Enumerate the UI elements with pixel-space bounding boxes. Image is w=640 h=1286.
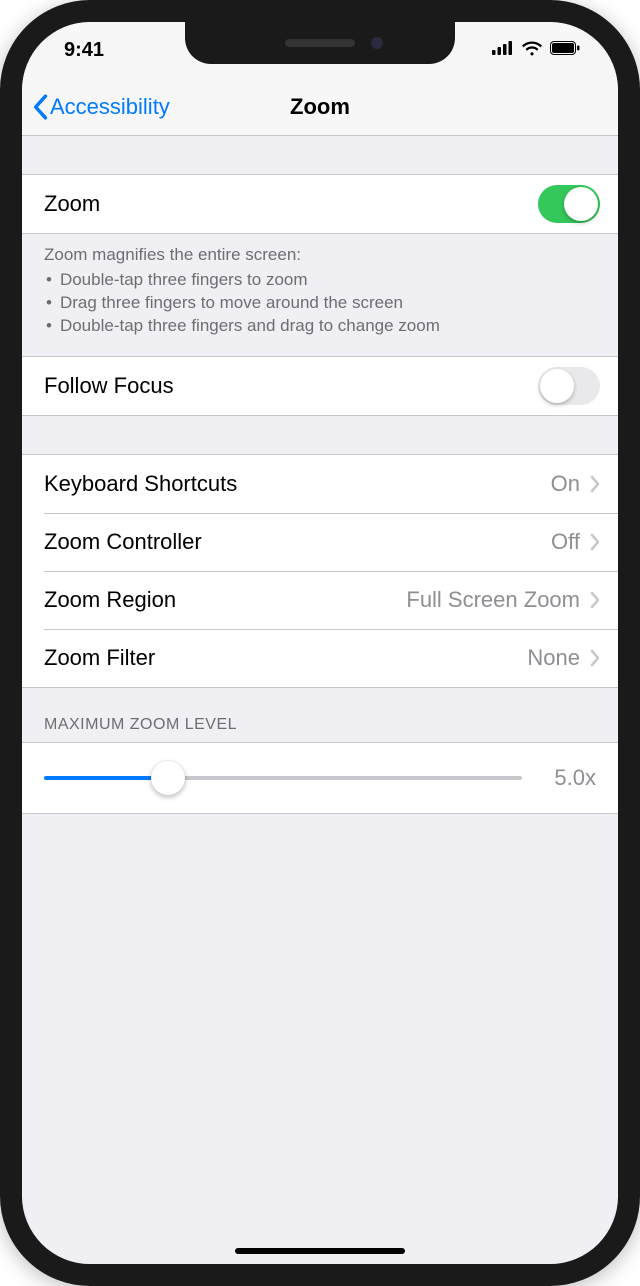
status-icons: [492, 40, 586, 61]
row-label: Keyboard Shortcuts: [44, 471, 237, 497]
back-button[interactable]: Accessibility: [32, 94, 170, 120]
zoom-desc-bullet: Drag three fingers to move around the sc…: [44, 292, 596, 315]
phone-frame: 9:41: [0, 0, 640, 1286]
screen: 9:41: [22, 22, 618, 1264]
group-options: Keyboard Shortcuts On Zoom Controller Of…: [22, 454, 618, 688]
row-value: None: [527, 645, 580, 671]
zoom-description: Zoom magnifies the entire screen: Double…: [22, 234, 618, 356]
chevron-right-icon: [590, 475, 600, 493]
cellular-icon: [492, 41, 514, 60]
row-max-zoom-slider: 5.0x: [22, 742, 618, 814]
zoom-desc-bullet: Double-tap three fingers and drag to cha…: [44, 315, 596, 338]
row-value: On: [551, 471, 580, 497]
row-value: Off: [551, 529, 580, 555]
chevron-right-icon: [590, 533, 600, 551]
max-zoom-value: 5.0x: [540, 765, 596, 791]
wifi-icon: [521, 40, 543, 61]
row-zoom-filter[interactable]: Zoom Filter None: [22, 629, 618, 687]
nav-title: Zoom: [290, 94, 350, 120]
row-zoom-region[interactable]: Zoom Region Full Screen Zoom: [22, 571, 618, 629]
battery-icon: [550, 41, 580, 60]
row-zoom-toggle[interactable]: Zoom: [22, 175, 618, 233]
group-follow-focus: Follow Focus: [22, 356, 618, 416]
row-label: Zoom Filter: [44, 645, 155, 671]
slider-knob[interactable]: [151, 761, 185, 795]
status-time: 9:41: [54, 39, 104, 62]
toggle-knob: [540, 369, 574, 403]
zoom-toggle[interactable]: [538, 185, 600, 223]
section-header-max-zoom: Maximum Zoom Level: [22, 688, 618, 742]
front-camera: [371, 37, 383, 49]
nav-bar: Accessibility Zoom: [22, 78, 618, 136]
notch: [185, 22, 455, 64]
row-label: Zoom: [44, 191, 100, 217]
row-label: Zoom Controller: [44, 529, 202, 555]
home-indicator[interactable]: [235, 1248, 405, 1254]
back-label: Accessibility: [50, 94, 170, 120]
row-follow-focus[interactable]: Follow Focus: [22, 357, 618, 415]
follow-focus-toggle[interactable]: [538, 367, 600, 405]
max-zoom-slider[interactable]: [44, 763, 522, 793]
chevron-right-icon: [590, 649, 600, 667]
chevron-right-icon: [590, 591, 600, 609]
zoom-description-title: Zoom magnifies the entire screen:: [44, 244, 596, 267]
row-value: Full Screen Zoom: [406, 587, 580, 613]
row-zoom-controller[interactable]: Zoom Controller Off: [22, 513, 618, 571]
row-keyboard-shortcuts[interactable]: Keyboard Shortcuts On: [22, 455, 618, 513]
toggle-knob: [564, 187, 598, 221]
row-label: Follow Focus: [44, 373, 174, 399]
group-zoom: Zoom: [22, 174, 618, 234]
content[interactable]: Zoom Zoom magnifies the entire screen: D…: [22, 136, 618, 1264]
chevron-left-icon: [32, 94, 48, 120]
slider-fill: [44, 776, 168, 780]
speaker-grill: [285, 39, 355, 47]
zoom-desc-bullet: Double-tap three fingers to zoom: [44, 269, 596, 292]
row-label: Zoom Region: [44, 587, 176, 613]
